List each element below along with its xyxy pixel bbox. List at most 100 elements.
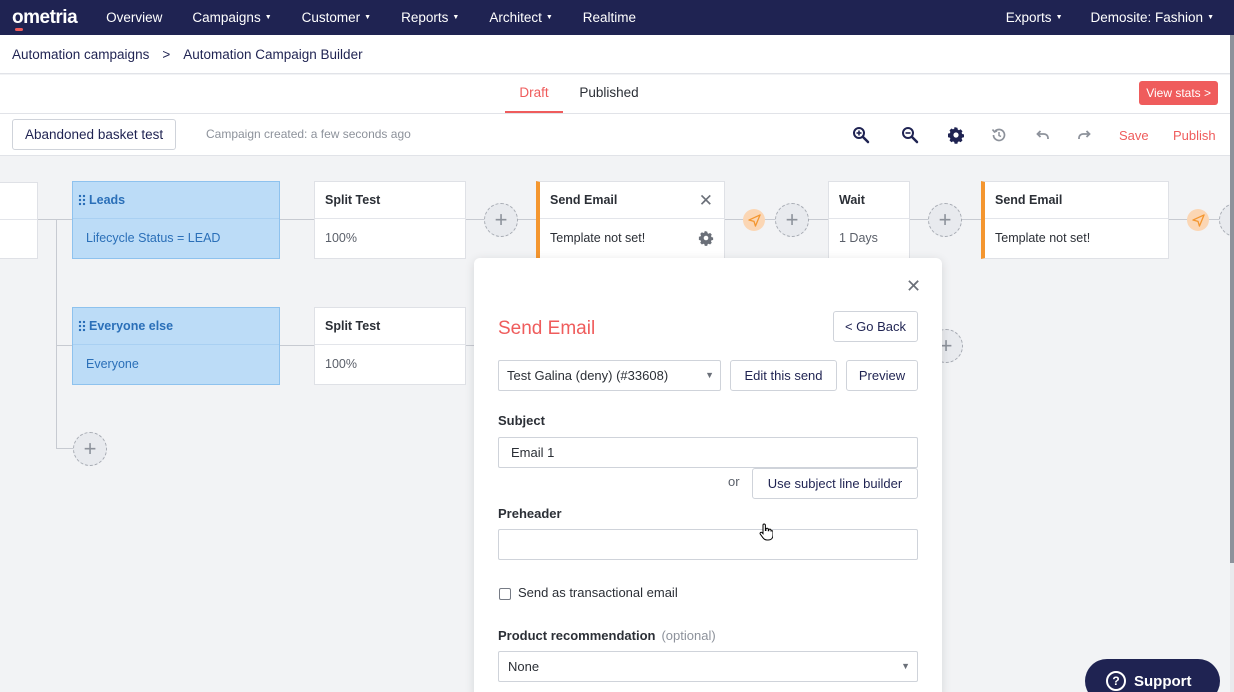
node-title: Split Test bbox=[315, 182, 465, 219]
plus-icon: + bbox=[938, 207, 952, 232]
plus-icon: + bbox=[83, 436, 97, 461]
breadcrumb-parent[interactable]: Automation campaigns bbox=[12, 47, 149, 62]
logo-accent bbox=[15, 27, 23, 31]
campaign-created-status: Campaign created: a few seconds ago bbox=[206, 127, 411, 141]
subject-label: Subject bbox=[498, 413, 545, 428]
gear-icon[interactable] bbox=[947, 126, 965, 144]
send-email-panel: ✕ Send Email < Go Back Test Galina (deny… bbox=[474, 258, 942, 692]
drag-handle-icon[interactable] bbox=[78, 320, 86, 332]
product-recommendation-label: Product recommendation (optional) bbox=[498, 628, 716, 643]
transactional-label[interactable]: Send as transactional email bbox=[518, 585, 678, 600]
tab-published[interactable]: Published bbox=[574, 75, 644, 113]
node-body: 100% bbox=[325, 357, 357, 371]
nav-overview[interactable]: Overview bbox=[106, 10, 162, 25]
nav-architect[interactable]: Architect ▼ bbox=[489, 10, 552, 25]
node-body: Lifecycle Status = LEAD bbox=[86, 231, 221, 245]
send-icon bbox=[1187, 209, 1209, 231]
go-back-button[interactable]: < Go Back bbox=[833, 311, 918, 342]
add-step-button[interactable]: + bbox=[928, 203, 962, 237]
send-email-node[interactable]: Send Email ✕ Template not set! bbox=[536, 181, 725, 259]
segment-node-leads[interactable]: Leads Lifecycle Status = LEAD bbox=[72, 181, 280, 259]
close-icon[interactable]: ✕ bbox=[699, 191, 713, 211]
nav-campaigns[interactable]: Campaigns ▼ bbox=[192, 10, 271, 25]
send-email-node[interactable]: Send Email Template not set! bbox=[981, 181, 1169, 259]
split-test-node[interactable]: Split Test 100% bbox=[314, 307, 466, 385]
nav-realtime[interactable]: Realtime bbox=[583, 10, 636, 25]
caret-down-icon: ▼ bbox=[452, 14, 460, 21]
node-title: Wait bbox=[829, 182, 909, 219]
page-scrollbar[interactable] bbox=[1230, 35, 1234, 692]
history-icon[interactable] bbox=[990, 126, 1008, 144]
drag-handle-icon[interactable] bbox=[78, 194, 86, 206]
scrollbar-thumb[interactable] bbox=[1230, 35, 1234, 563]
caret-down-icon: ▼ bbox=[264, 14, 272, 21]
split-test-node[interactable]: Split Test 100% bbox=[314, 181, 466, 259]
add-step-button[interactable]: + bbox=[775, 203, 809, 237]
support-button[interactable]: ? Support bbox=[1085, 659, 1220, 692]
view-stats-button[interactable]: View stats > bbox=[1139, 81, 1218, 105]
ometria-logo[interactable]: ometria bbox=[12, 7, 78, 31]
hand-cursor-icon bbox=[759, 523, 773, 541]
caret-down-icon: ▼ bbox=[1207, 14, 1214, 21]
send-select-value: Test Galina (deny) (#33608) bbox=[507, 368, 669, 383]
caret-down-icon: ▼ bbox=[901, 661, 910, 671]
edit-send-button[interactable]: Edit this send bbox=[730, 360, 837, 391]
zoom-in-icon[interactable] bbox=[852, 126, 870, 144]
transactional-checkbox[interactable] bbox=[499, 588, 511, 600]
help-icon: ? bbox=[1106, 671, 1126, 691]
trigger-node-partial[interactable] bbox=[0, 182, 38, 259]
caret-down-icon: ▼ bbox=[545, 14, 553, 21]
nav-customer[interactable]: Customer ▼ bbox=[302, 10, 371, 25]
nav-exports[interactable]: Exports ▼ bbox=[1006, 10, 1063, 25]
node-body: 1 Days bbox=[839, 231, 878, 245]
preview-button[interactable]: Preview bbox=[846, 360, 918, 391]
node-title: Split Test bbox=[315, 308, 465, 345]
product-select-value: None bbox=[508, 659, 540, 674]
connector-line bbox=[56, 219, 57, 449]
node-head: Send Email ✕ bbox=[540, 182, 724, 219]
node-body: Everyone bbox=[86, 357, 139, 371]
nav-reports[interactable]: Reports ▼ bbox=[401, 10, 459, 25]
breadcrumb-separator: > bbox=[162, 46, 171, 62]
product-recommendation-select[interactable]: None ▼ bbox=[498, 651, 918, 682]
breadcrumb: Automation campaigns > Automation Campai… bbox=[0, 35, 1230, 74]
node-head: Everyone else bbox=[73, 308, 279, 345]
nav-site-switcher[interactable]: Demosite: Fashion ▼ bbox=[1091, 10, 1215, 25]
subject-input[interactable]: Email 1 bbox=[498, 437, 918, 468]
tab-draft[interactable]: Draft bbox=[505, 75, 563, 113]
optional-hint: (optional) bbox=[661, 628, 716, 643]
template-status: Template not set! bbox=[550, 231, 646, 245]
gear-icon[interactable] bbox=[698, 230, 714, 246]
zoom-out-icon[interactable] bbox=[901, 126, 919, 144]
preheader-label: Preheader bbox=[498, 506, 562, 521]
add-step-button[interactable]: + bbox=[1219, 203, 1230, 237]
caret-down-icon: ▼ bbox=[705, 370, 714, 380]
top-navigation: ometria Overview Campaigns ▼ Customer ▼ Re… bbox=[0, 0, 1234, 35]
close-icon[interactable]: ✕ bbox=[906, 277, 921, 295]
segment-node-everyone[interactable]: Everyone else Everyone bbox=[72, 307, 280, 385]
or-label: or bbox=[728, 474, 740, 489]
breadcrumb-current: Automation Campaign Builder bbox=[183, 46, 363, 62]
node-title: Everyone else bbox=[89, 319, 174, 333]
nav-right-group: Exports ▼ Demosite: Fashion ▼ bbox=[978, 0, 1214, 35]
send-icon bbox=[743, 209, 765, 231]
caret-down-icon: ▼ bbox=[364, 14, 372, 21]
node-body: Template not set! bbox=[540, 219, 724, 257]
plus-icon: + bbox=[494, 207, 508, 232]
campaign-name-field[interactable]: Abandoned basket test bbox=[12, 119, 177, 150]
connector-line bbox=[56, 448, 74, 449]
support-label: Support bbox=[1134, 672, 1192, 690]
undo-icon[interactable] bbox=[1033, 126, 1051, 144]
subject-line-builder-button[interactable]: Use subject line builder bbox=[752, 468, 918, 499]
publish-button[interactable]: Publish bbox=[1173, 128, 1216, 143]
panel-title: Send Email bbox=[498, 318, 596, 339]
campaign-toolbar: Abandoned basket test Campaign created: … bbox=[0, 114, 1230, 156]
save-button[interactable]: Save bbox=[1119, 128, 1149, 143]
add-branch-button[interactable]: + bbox=[73, 432, 107, 466]
node-body: 100% bbox=[325, 231, 357, 245]
wait-node[interactable]: Wait 1 Days bbox=[828, 181, 910, 259]
send-select[interactable]: Test Galina (deny) (#33608) ▼ bbox=[498, 360, 721, 391]
add-step-button[interactable]: + bbox=[484, 203, 518, 237]
redo-icon[interactable] bbox=[1076, 126, 1094, 144]
preheader-input[interactable] bbox=[498, 529, 918, 560]
